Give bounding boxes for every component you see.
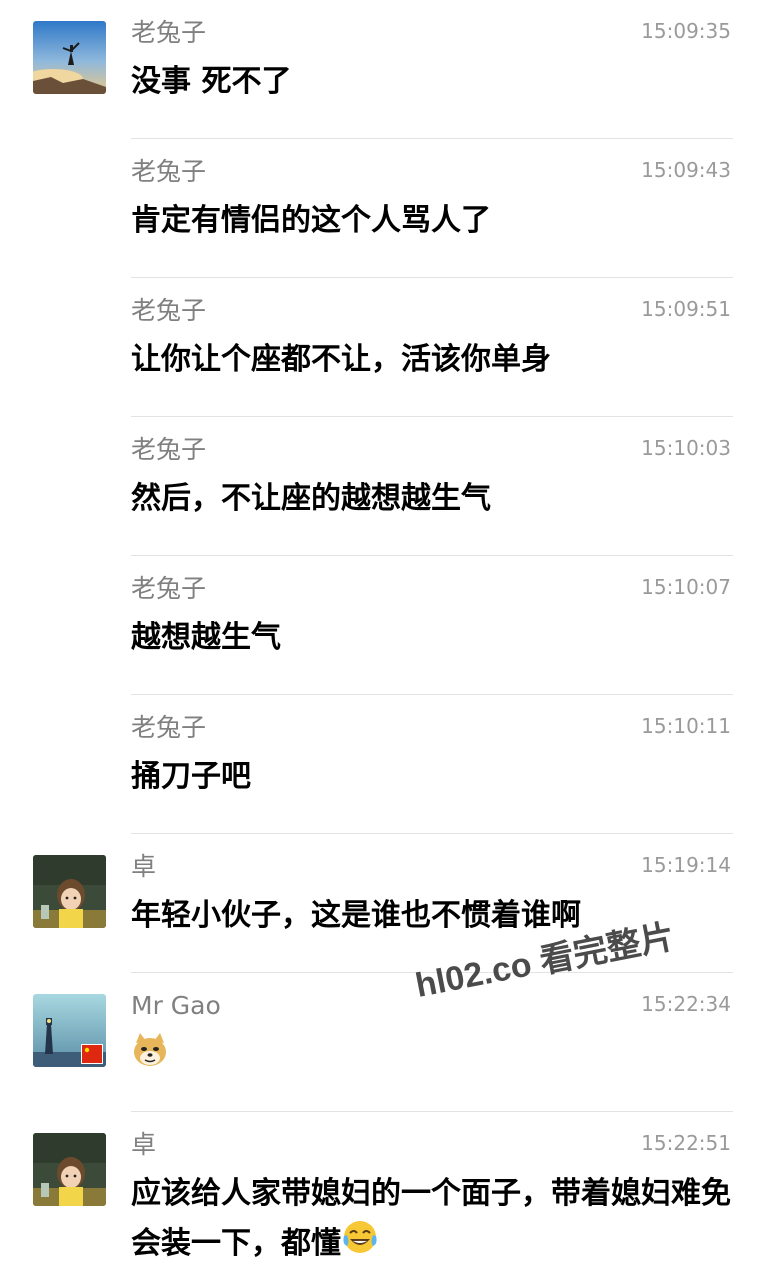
message-text: 捅刀子吧 <box>131 759 251 794</box>
message-time: 15:10:11 <box>641 714 731 738</box>
sender-name: 老兔子 <box>131 296 207 325</box>
lighthouse-avatar-icon[interactable] <box>33 994 106 1067</box>
chat-message: 老兔子 15:09:51 让你让个座都不让，活该你单身 <box>0 278 766 417</box>
doge-emoji-icon <box>131 1031 169 1084</box>
message-time: 15:10:07 <box>641 575 731 599</box>
message-text: 应该给人家带媳妇的一个面子，带着媳妇难免会装一下，都懂 <box>131 1170 736 1271</box>
sender-name: 卓 <box>131 1130 157 1159</box>
chat-message: 老兔子 15:09:43 肯定有情侣的这个人骂人了 <box>0 139 766 278</box>
chat-message: Mr Gao 15:22:34 <box>0 973 766 1112</box>
message-text: 让你让个座都不让，活该你单身 <box>131 342 551 377</box>
sender-name: 老兔子 <box>131 157 207 186</box>
chat-message: 卓 15:22:51 应该给人家带媳妇的一个面子，带着媳妇难免会装一下，都懂 <box>0 1112 766 1280</box>
message-text: 肯定有情侣的这个人骂人了 <box>131 203 491 238</box>
message-time: 15:09:51 <box>641 297 731 321</box>
message-text <box>131 1031 736 1084</box>
message-time: 15:10:03 <box>641 436 731 460</box>
anime-girl-avatar-icon[interactable] <box>33 855 106 928</box>
chat-message: 老兔子 15:10:03 然后，不让座的越想越生气 <box>0 417 766 556</box>
sender-name: 老兔子 <box>131 713 207 742</box>
anime-girl-avatar-icon[interactable] <box>33 1133 106 1206</box>
message-text-content: 应该给人家带媳妇的一个面子，带着媳妇难免会装一下，都懂 <box>131 1176 731 1261</box>
message-text: 没事 死不了 <box>131 64 292 99</box>
message-time: 15:22:51 <box>641 1131 731 1155</box>
sender-name: 卓 <box>131 852 157 881</box>
message-text: 然后，不让座的越想越生气 <box>131 481 491 516</box>
message-text: 越想越生气 <box>131 620 281 655</box>
message-time: 15:09:43 <box>641 158 731 182</box>
mountain-avatar-icon[interactable] <box>33 21 106 94</box>
sender-name: Mr Gao <box>131 991 221 1020</box>
chat-message: 老兔子 15:09:35 没事 死不了 <box>0 0 766 139</box>
sender-name: 老兔子 <box>131 574 207 603</box>
chat-message: 老兔子 15:10:11 捅刀子吧 <box>0 695 766 834</box>
message-time: 15:09:35 <box>641 19 731 43</box>
sender-name: 老兔子 <box>131 435 207 464</box>
tears-of-joy-emoji-icon <box>341 1218 379 1271</box>
message-time: 15:22:34 <box>641 992 731 1016</box>
chat-message: 老兔子 15:10:07 越想越生气 <box>0 556 766 695</box>
sender-name: 老兔子 <box>131 18 207 47</box>
message-time: 15:19:14 <box>641 853 731 877</box>
